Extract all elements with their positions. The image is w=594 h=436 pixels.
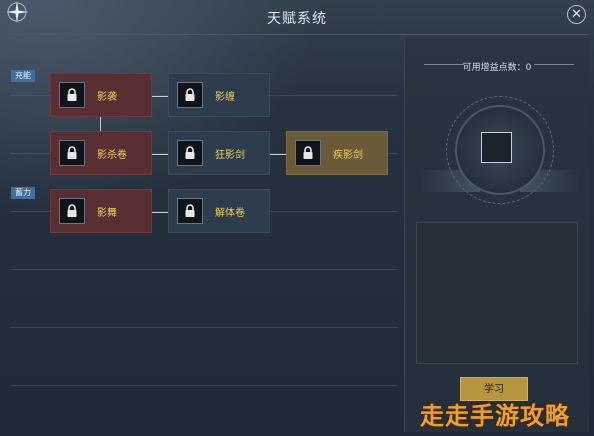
bonus-points: 可用增益点数：0 bbox=[414, 60, 580, 73]
talent-connector bbox=[152, 96, 168, 97]
lock-icon bbox=[59, 140, 85, 166]
talent-node-yingxi[interactable]: 影袭 bbox=[50, 73, 152, 117]
talent-description-box bbox=[416, 222, 578, 364]
lock-icon bbox=[177, 198, 203, 224]
window-title: 天赋系统 bbox=[267, 11, 327, 27]
talent-node-yingwu[interactable]: 影舞 bbox=[50, 189, 152, 233]
talent-label: 狂影剑 bbox=[215, 149, 245, 161]
talent-node-yingshajuan[interactable]: 影杀卷 bbox=[50, 131, 152, 175]
talent-node-jietijuan[interactable]: 解体卷 bbox=[168, 189, 270, 233]
talent-label: 影缠 bbox=[215, 91, 235, 103]
category-charge: 充能 bbox=[11, 70, 35, 82]
talent-connector bbox=[152, 212, 168, 213]
talent-label: 疾影剑 bbox=[333, 149, 363, 161]
talent-connector bbox=[152, 154, 168, 155]
lock-icon bbox=[59, 82, 85, 108]
lock-icon bbox=[177, 140, 203, 166]
category-store: 蓄力 bbox=[11, 187, 35, 199]
talent-node-jiyingjian[interactable]: 疾影剑 bbox=[286, 131, 388, 175]
bonus-points-value: 0 bbox=[525, 63, 532, 73]
selected-talent-slot[interactable] bbox=[481, 132, 512, 163]
talent-connector bbox=[100, 117, 101, 131]
talent-label: 影舞 bbox=[97, 207, 117, 219]
talent-node-yingchan[interactable]: 影缠 bbox=[168, 73, 270, 117]
talent-label: 解体卷 bbox=[215, 207, 245, 219]
talent-label: 影杀卷 bbox=[97, 149, 127, 161]
talent-node-kuangyingjian[interactable]: 狂影剑 bbox=[168, 131, 270, 175]
watermark-text: 走走手游攻略 bbox=[420, 402, 570, 430]
lock-icon bbox=[177, 82, 203, 108]
bonus-points-label: 可用增益点数： bbox=[462, 63, 526, 73]
header-divider bbox=[8, 34, 588, 35]
talent-label: 影袭 bbox=[97, 91, 117, 103]
close-icon[interactable]: ✕ bbox=[567, 5, 586, 24]
lock-icon bbox=[295, 140, 321, 166]
lock-icon bbox=[59, 198, 85, 224]
talent-connector bbox=[270, 154, 286, 155]
